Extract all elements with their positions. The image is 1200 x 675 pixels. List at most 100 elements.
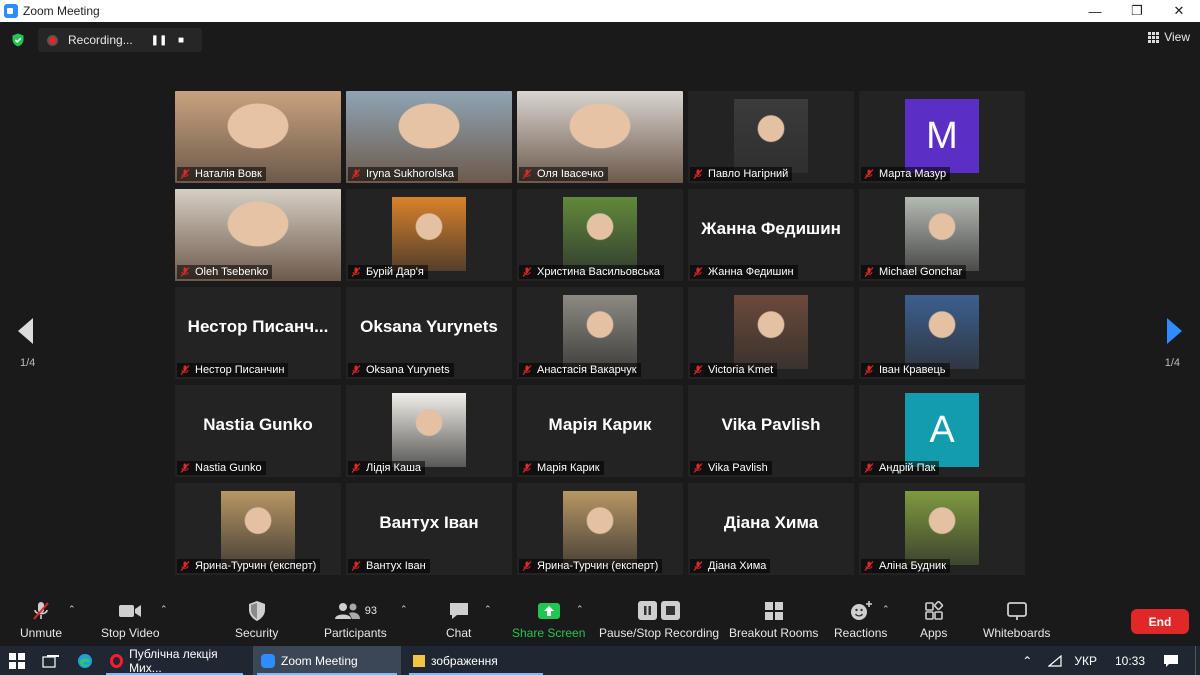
audio-options-chevron-icon[interactable]: ⌃ [68,604,76,615]
stop-recording-button[interactable]: ■ [170,29,192,51]
view-button[interactable]: View [1148,30,1190,44]
participant-tile[interactable]: Лідія Каша [346,385,512,477]
pause-stop-recording-label: Pause/Stop Recording [599,626,720,640]
participant-tile[interactable]: Жанна Федишин Жанна Федишин [688,189,854,281]
restore-button[interactable]: ❐ [1116,0,1158,22]
participant-tile[interactable]: Iryna Sukhorolska [346,91,512,183]
participant-name-tag: Nastia Gunko [177,461,266,475]
participant-tile[interactable]: A Андрій Пак [859,385,1025,477]
participants-options-chevron-icon[interactable]: ⌃ [400,604,408,615]
unmute-button[interactable]: Unmute [20,599,62,640]
whiteboards-button[interactable]: Whiteboards [983,599,1050,640]
start-button[interactable] [0,646,34,675]
apps-label: Apps [920,626,948,640]
participant-name-tag: Ярина-Турчин (експерт) [177,559,321,573]
previous-page-arrow-icon[interactable] [18,318,33,344]
participant-tile[interactable]: Марія Карик Марія Карик [517,385,683,477]
taskbar-item-zoom[interactable]: Zoom Meeting [253,646,401,675]
muted-mic-icon [351,267,361,277]
pause-stop-icon [637,599,681,623]
share-options-chevron-icon[interactable]: ⌃ [576,604,584,615]
shield-icon[interactable] [11,33,25,47]
muted-mic-icon [180,463,190,473]
task-view-button[interactable] [34,646,68,675]
chat-button[interactable]: Chat [446,599,471,640]
participant-tile[interactable]: Ярина-Турчин (експерт) [175,483,341,575]
participant-name: Оля Івасечко [537,168,604,180]
participant-name-tag: Вантух Іван [348,559,430,573]
participant-display-name: Vika Pavlish [721,415,821,434]
participant-tile[interactable]: Іван Кравець [859,287,1025,379]
participant-tile[interactable]: Vika Pavlish Vika Pavlish [688,385,854,477]
participant-avatar [563,295,637,369]
participant-name: Ярина-Турчин (експерт) [195,560,317,572]
show-desktop-button[interactable] [1195,646,1200,675]
participant-tile[interactable]: Oleh Tsebenko [175,189,341,281]
participant-tile[interactable]: Анастасія Вакарчук [517,287,683,379]
participant-avatar [905,295,979,369]
muted-mic-icon [864,561,874,571]
participant-name: Нестор Писанчин [195,364,285,376]
reactions-options-chevron-icon[interactable]: ⌃ [882,604,890,615]
participant-name-tag: Лідія Каша [348,461,426,475]
edge-taskbar-button[interactable] [68,646,102,675]
opera-icon [110,653,124,668]
participant-tile[interactable]: M Марта Мазур [859,91,1025,183]
apps-button[interactable]: Apps [920,599,947,640]
notifications-icon[interactable] [1163,654,1179,668]
participants-button[interactable]: 93 Participants [324,599,387,640]
minimize-button[interactable]: — [1074,0,1116,22]
participant-tile[interactable]: Христина Васильовська [517,189,683,281]
breakout-rooms-label: Breakout Rooms [729,626,819,640]
participant-name-tag: Діана Хима [690,559,771,573]
participant-name: Iryna Sukhorolska [366,168,455,180]
participant-name: Жанна Федишин [708,266,794,278]
network-icon[interactable] [1048,654,1062,667]
participant-name: Христина Васильовська [537,266,661,278]
show-hidden-icons-chevron-icon[interactable]: ⌃ [1022,654,1032,668]
participant-tile[interactable]: Ярина-Турчин (експерт) [517,483,683,575]
participant-tile[interactable]: Victoria Kmet [688,287,854,379]
avatar-letter: M [926,114,958,157]
participant-name: Oleh Tsebenko [195,266,269,278]
participant-display-name: Жанна Федишин [701,219,841,238]
share-screen-button[interactable]: Share Screen [512,599,585,640]
pause-recording-button[interactable]: ❚❚ [148,29,170,51]
chat-options-chevron-icon[interactable]: ⌃ [484,604,492,615]
next-page-arrow-icon[interactable] [1167,318,1182,344]
participant-tile[interactable]: Оля Івасечко [517,91,683,183]
participant-tile[interactable]: Нестор Писанч... Нестор Писанчин [175,287,341,379]
apps-icon [924,599,944,623]
pause-stop-recording-button[interactable]: Pause/Stop Recording [599,599,719,640]
reactions-label: Reactions [834,626,888,640]
system-tray: ⌃ УКР 10:33 [1022,646,1200,675]
participant-tile[interactable]: Аліна Будник [859,483,1025,575]
whiteboards-label: Whiteboards [983,626,1051,640]
end-meeting-button[interactable]: End [1131,609,1189,634]
participant-tile[interactable]: Oksana Yurynets Oksana Yurynets [346,287,512,379]
grid-view-icon [1148,31,1160,43]
taskbar-item-folder[interactable]: зображення [405,646,547,675]
participant-tile[interactable]: Діана Хима Діана Хима [688,483,854,575]
participant-tile[interactable]: Наталія Вовк [175,91,341,183]
stop-video-button[interactable]: Stop Video [101,599,160,640]
participant-tile[interactable]: Michael Gonchar [859,189,1025,281]
participant-avatar [905,197,979,271]
language-indicator[interactable]: УКР [1074,654,1097,668]
participant-name: Марта Мазур [879,168,947,180]
video-options-chevron-icon[interactable]: ⌃ [160,604,168,615]
participant-name: Андрій Пак [879,462,936,474]
reactions-button[interactable]: Reactions [834,599,887,640]
participant-avatar [734,295,808,369]
security-button[interactable]: Security [235,599,278,640]
participant-tile[interactable]: Бурій Дар'я [346,189,512,281]
breakout-rooms-button[interactable]: Breakout Rooms [729,599,818,640]
participant-tile[interactable]: Nastia Gunko Nastia Gunko [175,385,341,477]
participant-tile[interactable]: Павло Нагірний [688,91,854,183]
recording-indicator: Recording... ❚❚ ■ [38,28,202,52]
clock[interactable]: 10:33 [1115,654,1145,668]
participants-icon: 93 [334,599,377,623]
close-button[interactable]: ✕ [1158,0,1200,22]
participant-tile[interactable]: Вантух Іван Вантух Іван [346,483,512,575]
taskbar-item-opera[interactable]: Публічна лекція Мих... [102,646,247,675]
